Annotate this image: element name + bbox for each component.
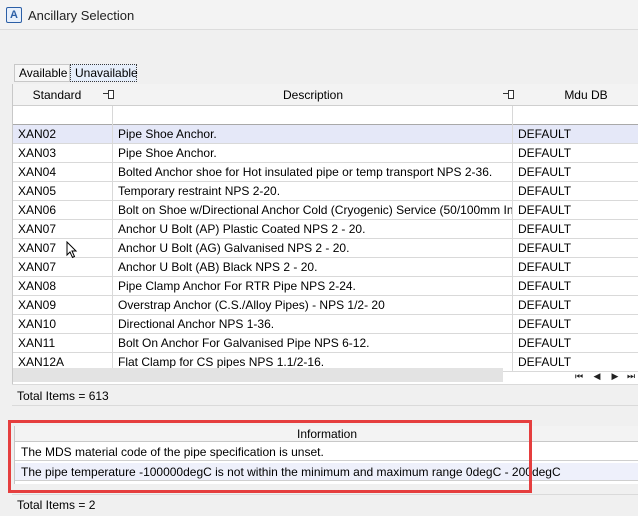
- table-row[interactable]: XAN08 Pipe Clamp Anchor For RTR Pipe NPS…: [13, 277, 638, 296]
- cell-mdu-db: DEFAULT: [518, 241, 572, 255]
- cell-description: Anchor U Bolt (AB) Black NPS 2 - 20.: [113, 258, 513, 276]
- cell-mdu-db: DEFAULT: [518, 279, 572, 293]
- table-row[interactable]: XAN11 Bolt On Anchor For Galvanised Pipe…: [13, 334, 638, 353]
- filter-row: [13, 106, 638, 125]
- table-row[interactable]: XAN07 Anchor U Bolt (AG) Galvanised NPS …: [13, 239, 638, 258]
- cell-standard: XAN11: [13, 334, 113, 352]
- filter-standard[interactable]: [13, 106, 113, 125]
- table-row[interactable]: XAN04 Bolted Anchor shoe for Hot insulat…: [13, 163, 638, 182]
- prev-page-icon[interactable]: ◀: [591, 370, 603, 382]
- cell-mdu-db: DEFAULT: [518, 184, 572, 198]
- cell-mdu-db: DEFAULT: [518, 355, 572, 369]
- cell-mdu-db: DEFAULT: [518, 127, 572, 141]
- cell-standard: XAN08: [13, 277, 113, 295]
- cell-description: Anchor U Bolt (AG) Galvanised NPS 2 - 20…: [113, 239, 513, 257]
- cell-mdu-db: DEFAULT: [518, 260, 572, 274]
- app-icon: A: [6, 7, 22, 23]
- ancillary-grid: Standard Description Mdu DB XAN02 Pipe S…: [12, 84, 638, 384]
- table-row[interactable]: XAN06 Bolt on Shoe w/Directional Anchor …: [13, 201, 638, 220]
- filter-mdu-db[interactable]: [513, 106, 638, 125]
- pin-icon[interactable]: [103, 90, 114, 99]
- cell-description: Anchor U Bolt (AP) Plastic Coated NPS 2 …: [113, 220, 513, 238]
- cell-description: Bolt on Shoe w/Directional Anchor Cold (…: [113, 201, 513, 219]
- next-page-icon[interactable]: ▶: [609, 370, 621, 382]
- cell-standard: XAN07: [13, 239, 113, 257]
- pager: ⏮ ◀ ▶ ⏭: [573, 370, 638, 382]
- cell-mdu-db: DEFAULT: [518, 203, 572, 217]
- cell-description: Overstrap Anchor (C.S./Alloy Pipes) - NP…: [113, 296, 513, 314]
- tab-unavailable[interactable]: Unavailable: [70, 64, 138, 82]
- pin-icon[interactable]: [503, 90, 514, 99]
- cell-description: Pipe Shoe Anchor.: [113, 144, 513, 162]
- table-row[interactable]: XAN10 Directional Anchor NPS 1-36. DEFAU…: [13, 315, 638, 334]
- cell-standard: XAN10: [13, 315, 113, 333]
- window-title: Ancillary Selection: [28, 8, 135, 23]
- mouse-cursor-icon: [66, 241, 78, 259]
- cell-standard: XAN03: [13, 144, 113, 162]
- table-row[interactable]: XAN05 Temporary restraint NPS 2-20. DEFA…: [13, 182, 638, 201]
- info-message[interactable]: The MDS material code of the pipe specif…: [15, 443, 638, 461]
- cell-description: Pipe Shoe Anchor.: [113, 125, 513, 143]
- cell-standard: XAN02: [13, 125, 113, 143]
- filter-description[interactable]: [113, 106, 513, 125]
- title-bar: A Ancillary Selection: [0, 0, 638, 30]
- cell-description: Bolt On Anchor For Galvanised Pipe NPS 6…: [113, 334, 513, 352]
- last-page-icon[interactable]: ⏭: [625, 370, 637, 382]
- cell-mdu-db: DEFAULT: [518, 165, 572, 179]
- cell-mdu-db: DEFAULT: [518, 298, 572, 312]
- cell-mdu-db: DEFAULT: [518, 146, 572, 160]
- cell-standard: XAN04: [13, 163, 113, 181]
- info-message[interactable]: The pipe temperature -100000degC is not …: [15, 463, 638, 481]
- grid-header: Standard Description Mdu DB: [13, 84, 638, 106]
- cell-standard: XAN09: [13, 296, 113, 314]
- information-header: Information: [15, 426, 638, 442]
- cell-standard: XAN05: [13, 182, 113, 200]
- column-header-standard[interactable]: Standard: [13, 84, 101, 106]
- column-header-description[interactable]: Description: [113, 84, 513, 106]
- cell-standard: XAN06: [13, 201, 113, 219]
- cell-description: Pipe Clamp Anchor For RTR Pipe NPS 2-24.: [113, 277, 513, 295]
- tab-available[interactable]: Available: [14, 64, 70, 82]
- table-row[interactable]: XAN09 Overstrap Anchor (C.S./Alloy Pipes…: [13, 296, 638, 315]
- cell-standard: XAN07: [13, 258, 113, 276]
- table-row[interactable]: XAN03 Pipe Shoe Anchor. DEFAULT: [13, 144, 638, 163]
- cell-mdu-db: DEFAULT: [518, 222, 572, 236]
- grid-total-items: Total Items = 613: [12, 384, 638, 406]
- table-row[interactable]: XAN07 Anchor U Bolt (AP) Plastic Coated …: [13, 220, 638, 239]
- cell-description: Temporary restraint NPS 2-20.: [113, 182, 513, 200]
- information-panel: Information The MDS material code of the…: [14, 426, 638, 484]
- cell-mdu-db: DEFAULT: [518, 336, 572, 350]
- column-header-mdu-db[interactable]: Mdu DB: [513, 84, 638, 106]
- first-page-icon[interactable]: ⏮: [573, 370, 585, 382]
- cell-standard: XAN07: [13, 220, 113, 238]
- cell-mdu-db: DEFAULT: [518, 317, 572, 331]
- info-total-items: Total Items = 2: [12, 494, 638, 516]
- cell-description: Bolted Anchor shoe for Hot insulated pip…: [113, 163, 513, 181]
- table-row[interactable]: XAN07 Anchor U Bolt (AB) Black NPS 2 - 2…: [13, 258, 638, 277]
- horizontal-scrollbar[interactable]: [13, 368, 503, 382]
- cell-description: Directional Anchor NPS 1-36.: [113, 315, 513, 333]
- table-row[interactable]: XAN02 Pipe Shoe Anchor. DEFAULT: [13, 125, 638, 144]
